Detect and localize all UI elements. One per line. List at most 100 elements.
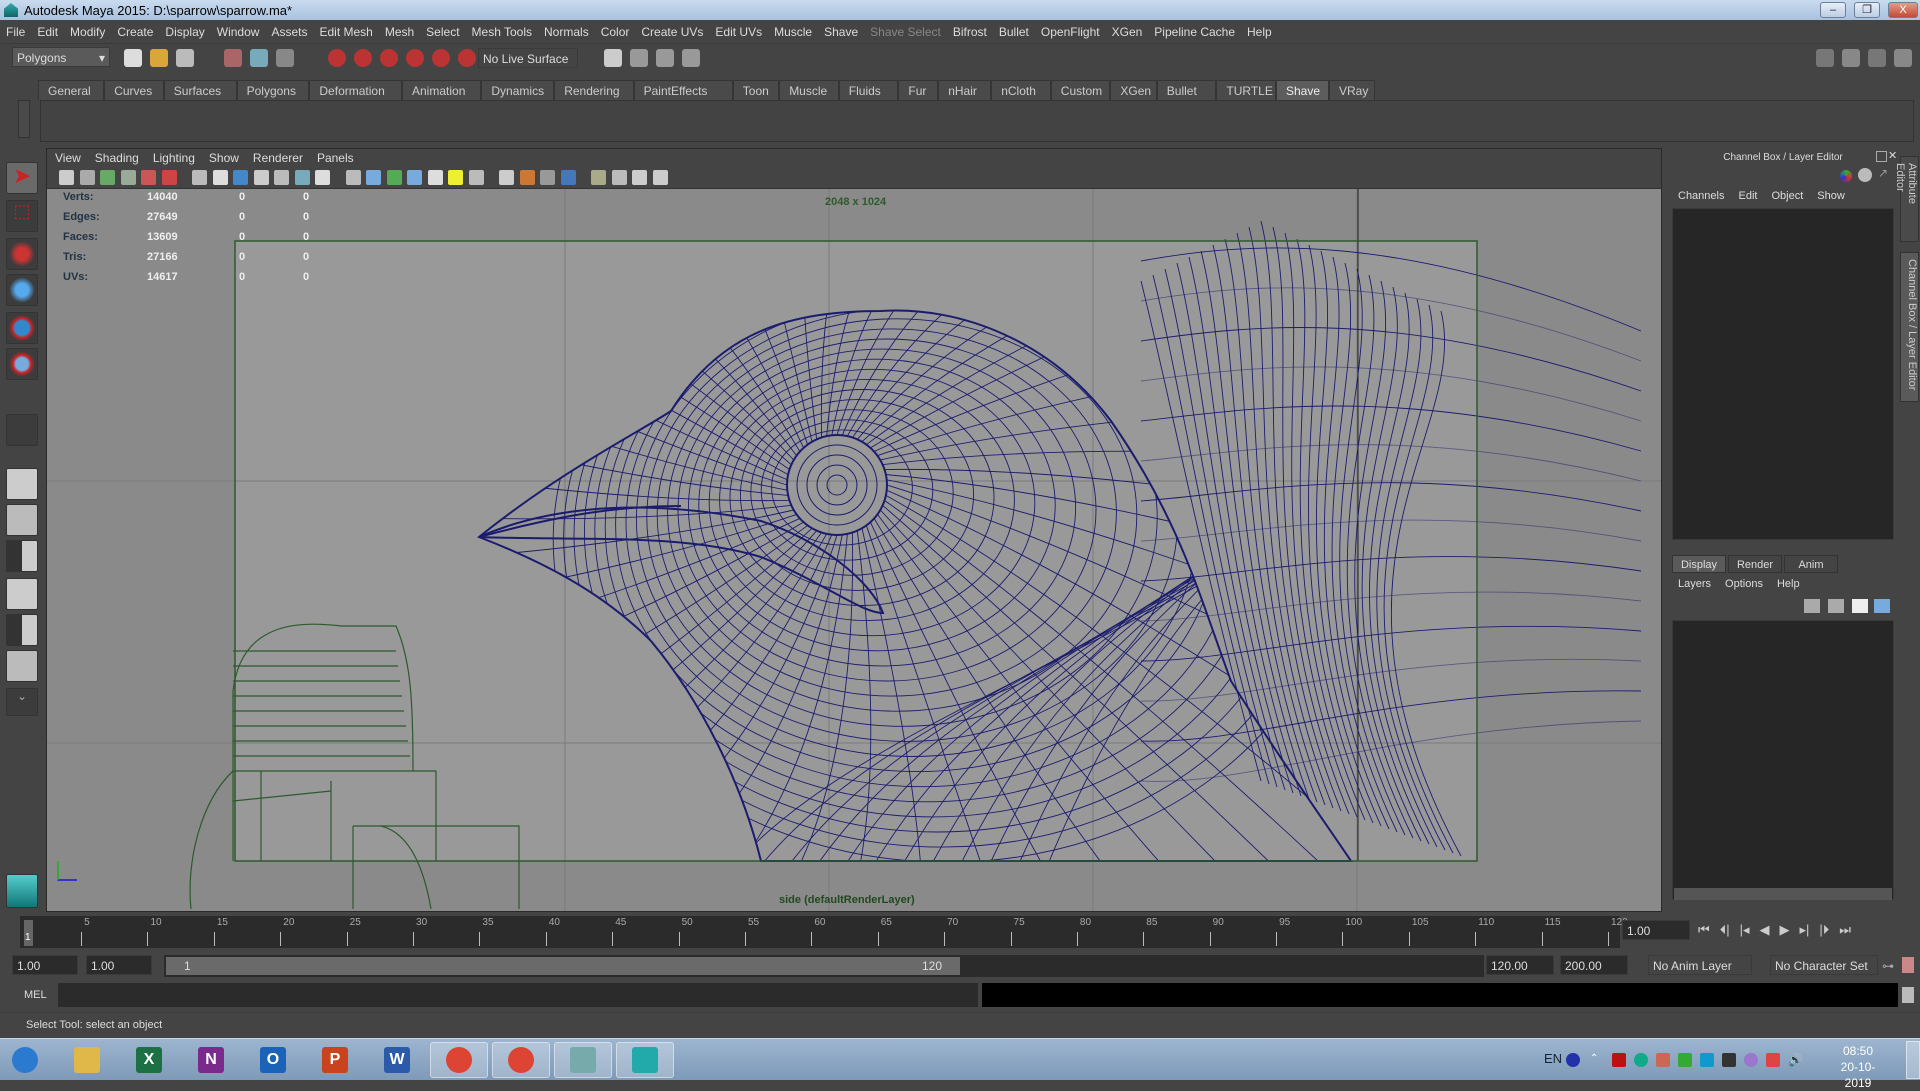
menu-window[interactable]: Window [217,25,260,39]
script-editor-icon[interactable] [1902,987,1914,1003]
shelf-tab-custom[interactable]: Custom [1050,80,1111,100]
viewport-menu-lighting[interactable]: Lighting [153,151,195,165]
help-tray-icon[interactable] [1566,1053,1580,1067]
menu-create-uvs[interactable]: Create UVs [641,25,703,39]
viewport-tool-icon-4[interactable] [120,170,136,185]
shelf-tab-vray[interactable]: VRay [1329,80,1376,100]
viewport-tool-icon-10[interactable] [253,170,269,185]
show-hidden-icons[interactable]: ⌃ [1590,1053,1604,1067]
viewport-tool-icon-8[interactable] [212,170,228,185]
menu-normals[interactable]: Normals [544,25,589,39]
menu-display[interactable]: Display [165,25,204,39]
autodesk-tray-icon[interactable] [1700,1053,1714,1067]
shelf-tab-shave[interactable]: Shave [1276,80,1329,100]
viewport-tool-icon-14[interactable] [345,170,361,185]
layer-tab-render[interactable]: Render [1728,555,1782,573]
action-center-icon[interactable] [1766,1053,1780,1067]
viewport-tool-icon-17[interactable] [407,170,422,185]
end-time-field[interactable]: 200.00 [1560,955,1628,975]
snap-curve-icon[interactable] [354,49,372,67]
menu-help[interactable]: Help [1247,25,1272,39]
scale-tool-icon[interactable] [6,348,38,380]
menu-bullet[interactable]: Bullet [999,25,1029,39]
menu-bifrost[interactable]: Bifrost [953,25,987,39]
viewport-tool-icon-19[interactable] [448,170,463,185]
show-desktop-button[interactable] [1906,1041,1920,1079]
shelf-tab-general[interactable]: General [38,80,105,100]
taskbar-excel[interactable]: X [120,1042,178,1078]
ccleaner-tray-icon[interactable] [1656,1053,1670,1067]
channel-menu-object[interactable]: Object [1771,190,1803,202]
viewport-tool-icon-13[interactable] [315,170,330,185]
persp-graph-layout-icon[interactable] [6,578,38,610]
shelf-tab-dynamics[interactable]: Dynamics [481,80,555,100]
snap-grid-icon[interactable] [328,49,346,67]
shelf-tab-turtle[interactable]: TURTLE [1216,80,1276,100]
range-track[interactable]: 1 120 [164,955,1484,977]
menu-shave-select[interactable]: Shave Select [870,25,941,39]
close-panel-icon[interactable]: ✕ [1888,149,1897,162]
snap-surface-icon[interactable] [432,49,450,67]
adobe-tray-icon[interactable] [1612,1053,1626,1067]
bittorrent-tray-icon[interactable] [1744,1053,1758,1067]
tab-channel-box[interactable]: Channel Box / Layer Editor [1900,252,1919,402]
viewport-menu-renderer[interactable]: Renderer [253,151,303,165]
animation-prefs-icon[interactable] [1902,957,1914,973]
render-view-icon[interactable] [604,49,622,67]
tool-settings-toggle-icon[interactable] [1868,49,1886,67]
menu-shave[interactable]: Shave [824,25,858,39]
taskbar-file-explorer[interactable] [58,1042,116,1078]
last-tool-slot[interactable] [6,414,38,446]
float-panel-icon[interactable] [1876,151,1887,162]
menu-pipeline-cache[interactable]: Pipeline Cache [1154,25,1235,39]
eset-tray-icon[interactable] [1634,1053,1648,1067]
layer-scrollbar[interactable] [1674,888,1892,900]
select-tool-icon[interactable]: ➤ [6,162,38,194]
taskbar-chrome[interactable] [430,1042,488,1078]
layer-tab-anim[interactable]: Anim [1784,555,1838,573]
rotate-tool-icon[interactable] [6,312,38,344]
new-layer-selected-icon[interactable] [1874,599,1890,613]
taskbar-chrome[interactable] [492,1042,550,1078]
go-to-end-icon[interactable]: ⏭ [1839,922,1851,938]
auto-key-icon[interactable]: ⊶ [1882,959,1894,973]
anim-layer-dropdown[interactable]: No Anim Layer [1648,955,1752,975]
step-back-frame-icon[interactable]: ⏴| [1720,922,1730,938]
menu-mesh-tools[interactable]: Mesh Tools [472,25,532,39]
channel-menu-edit[interactable]: Edit [1738,190,1757,202]
menu-assets[interactable]: Assets [271,25,307,39]
shelf-tab-surfaces[interactable]: Surfaces [163,80,237,100]
viewport-tool-icon-22[interactable] [519,170,535,185]
viewport-tool-icon-20[interactable] [468,170,484,185]
channel-menu-channels[interactable]: Channels [1678,190,1724,202]
axis-icon[interactable] [1840,170,1852,182]
menu-mesh[interactable]: Mesh [385,25,414,39]
network-tray-icon[interactable] [1722,1053,1736,1067]
step-forward-frame-icon[interactable]: |⏵ [1819,922,1829,938]
select-hierarchy-icon[interactable] [224,49,242,67]
playback-end-field[interactable]: 120.00 [1486,955,1554,975]
shelf-tab-polygons[interactable]: Polygons [236,80,310,100]
viewport-menu-shading[interactable]: Shading [95,151,139,165]
taskbar-onenote[interactable]: N [182,1042,240,1078]
outliner-persp-layout-icon[interactable] [6,540,38,572]
restore-button[interactable]: ❐ [1854,2,1880,18]
select-component-icon[interactable] [276,49,294,67]
current-frame-field[interactable]: 1.00 [1622,920,1690,940]
play-forwards-icon[interactable]: ▶ [1780,922,1790,938]
taskbar-windows-start[interactable] [0,1042,50,1078]
playback-start-field[interactable]: 1.00 [86,955,152,975]
start-time-field[interactable]: 1.00 [12,955,78,975]
layer-menu-layers[interactable]: Layers [1678,578,1711,590]
shelf-tab-xgen[interactable]: XGen [1110,80,1157,100]
menu-xgen[interactable]: XGen [1112,25,1143,39]
viewport-tool-icon-2[interactable] [79,170,95,185]
tab-attribute-editor[interactable]: Attribute Editor [1894,156,1919,242]
time-slider[interactable]: 5 10 15 20 25 30 35 40 45 50 55 60 65 70 75 80 85 90 95 100… [0,914,1920,950]
nvidia-tray-icon[interactable] [1678,1053,1692,1067]
attribute-editor-toggle-icon[interactable] [1842,49,1860,67]
layer-menu-options[interactable]: Options [1725,578,1763,590]
step-back-key-icon[interactable]: |◂ [1740,922,1750,938]
channel-menu-show[interactable]: Show [1817,190,1845,202]
viewport-tool-icon-21[interactable] [499,170,514,185]
